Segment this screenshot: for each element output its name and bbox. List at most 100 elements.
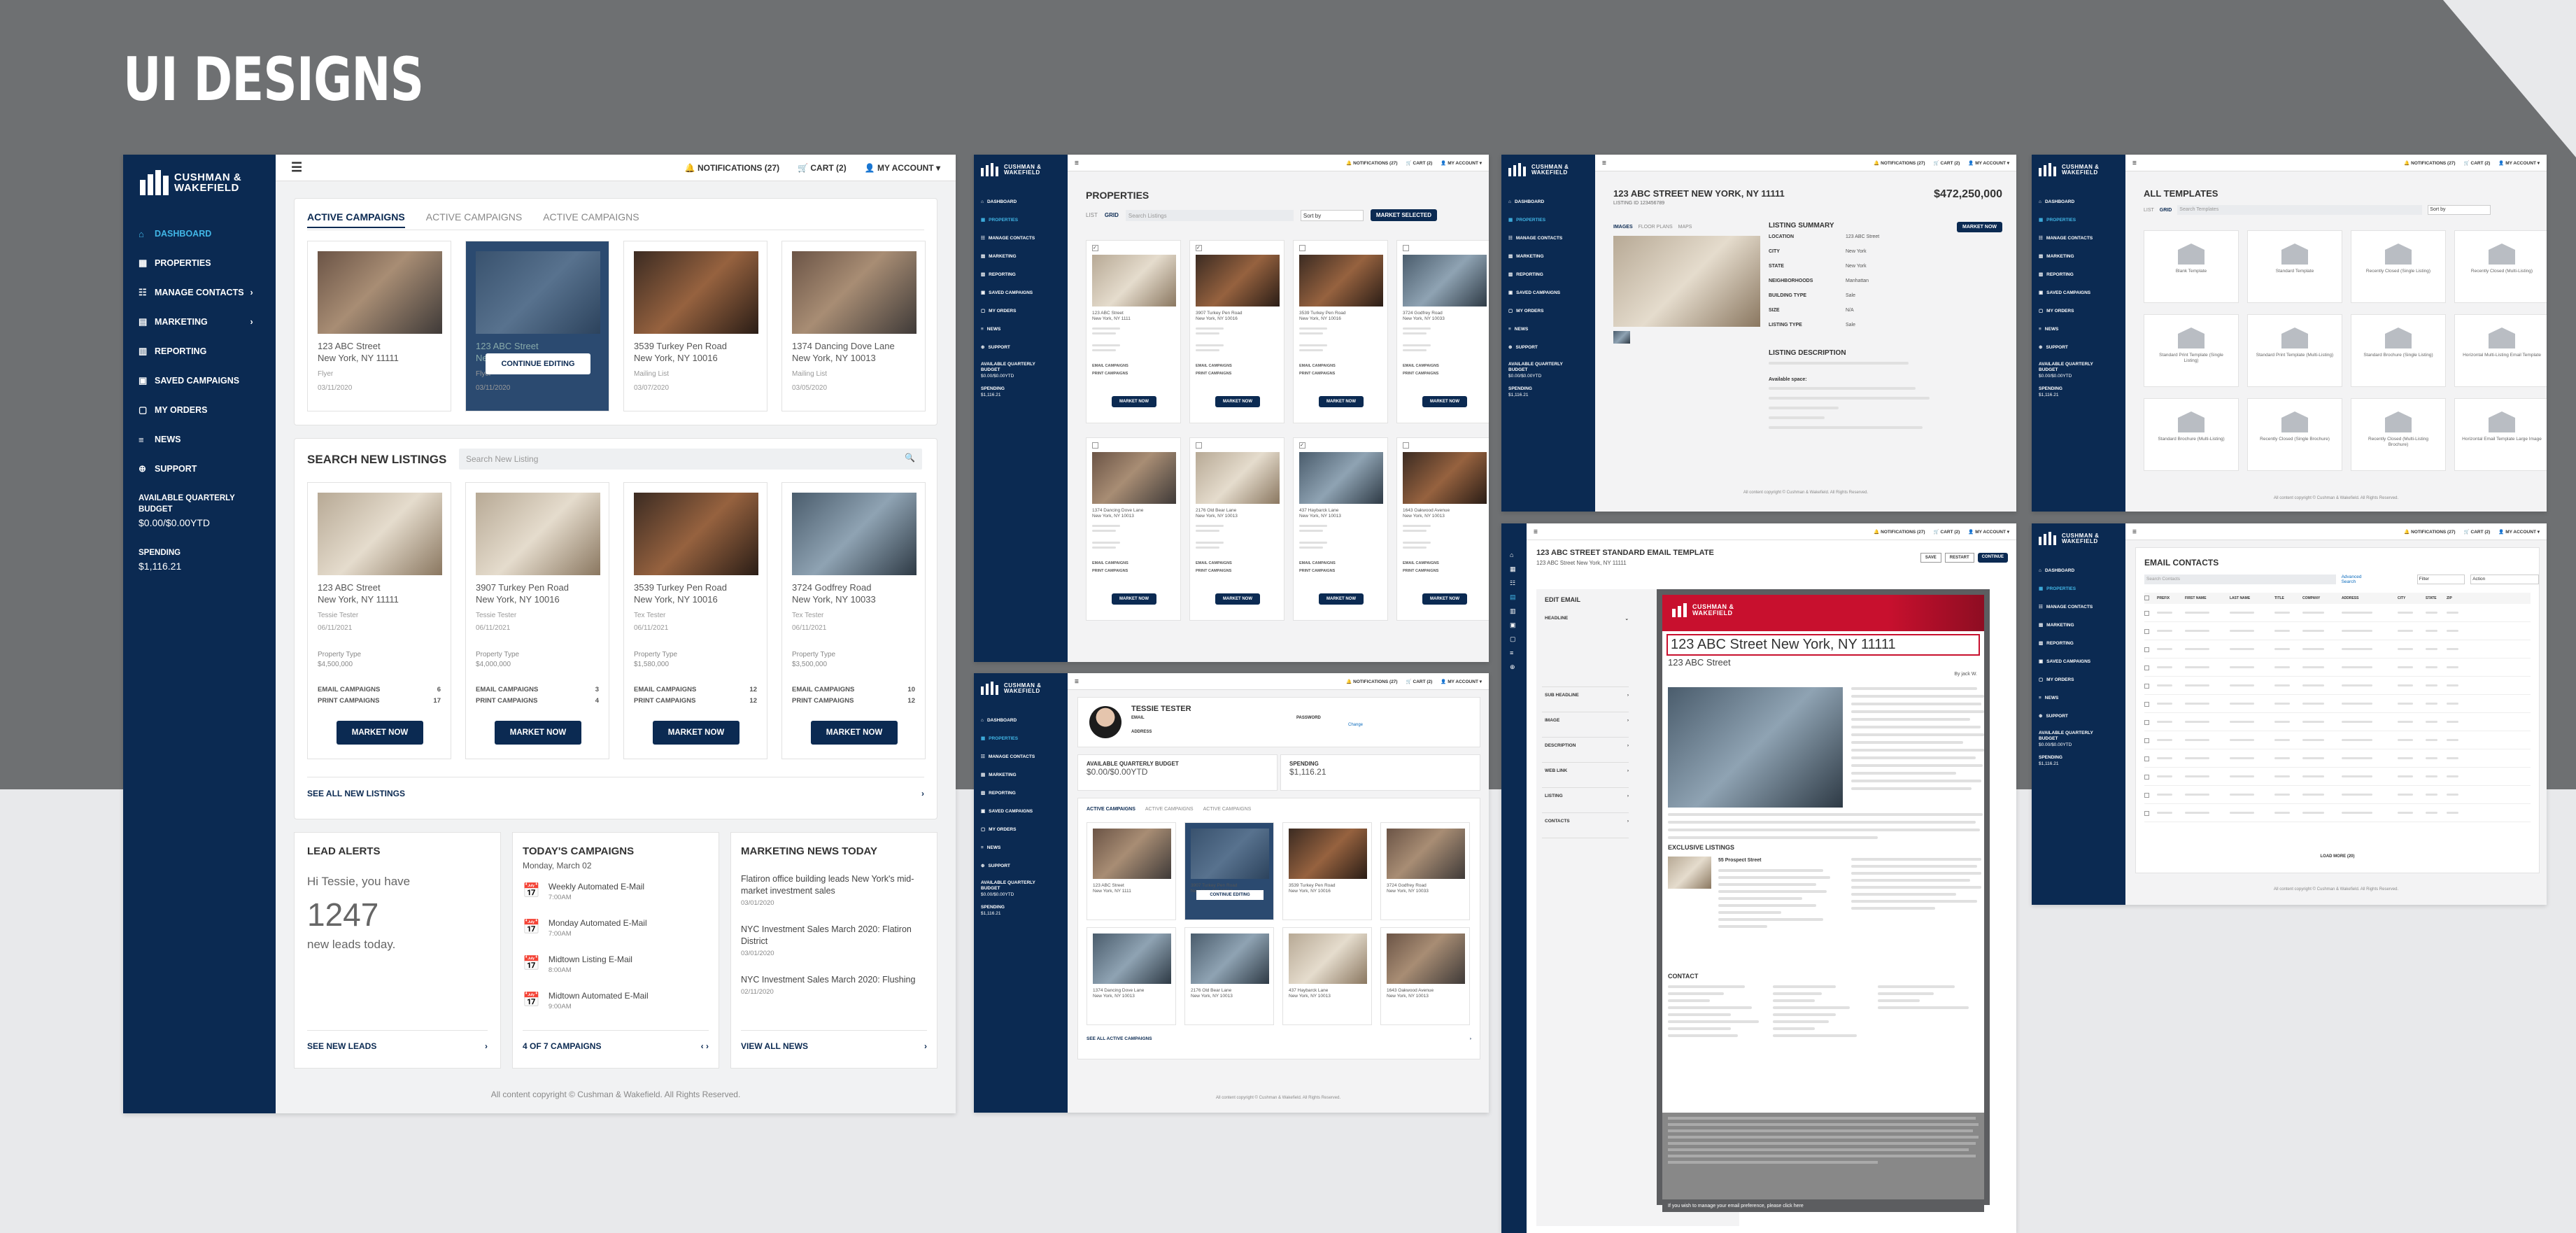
sidebar-item-marketing[interactable]: ▤ MARKETING	[981, 247, 1035, 265]
campaign-card[interactable]: 2176 Old Bear Lane New York, NY 10013	[1184, 927, 1274, 1025]
table-row[interactable]	[2144, 677, 2531, 695]
campaign-card[interactable]: 3539 Turkey Pen Road New York, NY 10016	[1282, 822, 1372, 920]
market-now-button[interactable]: MARKET NOW	[1112, 396, 1156, 407]
notifications-button[interactable]: 🔔 NOTIFICATIONS (27)	[2404, 160, 2455, 166]
sidebar-item-dashboard[interactable]: ⌂ DASHBOARD	[981, 711, 1035, 729]
cart-button[interactable]: 🛒 CART (2)	[798, 163, 847, 173]
news-item[interactable]: Flatiron office building leads New York'…	[741, 873, 927, 924]
nav-icon[interactable]: ▦	[1510, 565, 1516, 573]
sidebar-item-saved-campaigns[interactable]: ▣ SAVED CAMPAIGNS	[981, 802, 1035, 820]
sidebar-item-reporting[interactable]: ▥ REPORTING	[2039, 265, 2093, 283]
continue-editing-button[interactable]: CONTINUE EDITING	[1196, 890, 1264, 900]
sidebar-item-dashboard[interactable]: ⌂ DASHBOARD	[139, 219, 262, 248]
sidebar-item-news[interactable]: ≡ NEWS	[981, 320, 1035, 338]
sidebar-item-properties[interactable]: ▦ PROPERTIES	[981, 729, 1035, 747]
see-all-listings-link[interactable]: SEE ALL NEW LISTINGS ›	[307, 789, 924, 798]
sidebar-item-my-orders[interactable]: ▢ MY ORDERS	[139, 395, 262, 425]
campaign-card[interactable]: 437 Haybarck Lane New York, NY 10013	[1282, 927, 1372, 1025]
pager-arrows[interactable]: ‹ ›	[701, 1041, 709, 1051]
nav-icon[interactable]: ⊕	[1510, 663, 1515, 671]
account-menu[interactable]: 👤 MY ACCOUNT ▾	[865, 163, 940, 173]
see-new-leads-link[interactable]: SEE NEW LEADS ›	[307, 1041, 488, 1051]
sidebar-item-saved-campaigns[interactable]: ▣ SAVED CAMPAIGNS	[139, 366, 262, 395]
table-row[interactable]	[2144, 622, 2531, 640]
sidebar-item-reporting[interactable]: ▥ REPORTING	[139, 337, 262, 366]
edit-section-image[interactable]: IMAGE ›	[1542, 712, 1629, 738]
menu-icon[interactable]: ☰	[2132, 160, 2137, 166]
market-selected-button[interactable]: MARKET SELECTED	[1370, 209, 1438, 221]
tab-active-campaigns[interactable]: ACTIVE CAMPAIGNS	[307, 211, 405, 228]
row-checkbox[interactable]	[2144, 738, 2149, 743]
restart-button[interactable]: RESTART	[1944, 553, 1974, 563]
news-item[interactable]: NYC Investment Sales March 2020: Flatiro…	[741, 924, 927, 974]
sidebar-item-reporting[interactable]: ▥ REPORTING	[981, 784, 1035, 802]
sidebar-item-news[interactable]: ≡ NEWS	[2039, 320, 2093, 338]
market-now-button[interactable]: MARKET NOW	[1319, 593, 1364, 605]
select-checkbox[interactable]: ✓	[1299, 442, 1305, 449]
cart-button[interactable]: 🛒 CART (2)	[1406, 679, 1433, 684]
nav-icon[interactable]: ⌂	[1510, 551, 1513, 558]
sidebar-item-manage-contacts[interactable]: ☷ MANAGE CONTACTS	[2039, 229, 2093, 247]
sidebar-item-my-orders[interactable]: ▢ MY ORDERS	[981, 820, 1035, 838]
sidebar-item-reporting[interactable]: ▥ REPORTING	[1508, 265, 1563, 283]
nav-icon[interactable]: ▢	[1510, 635, 1516, 643]
sidebar-item-dashboard[interactable]: ⌂ DASHBOARD	[2039, 192, 2093, 211]
notifications-button[interactable]: 🔔 NOTIFICATIONS (27)	[1874, 529, 1925, 535]
sidebar-item-saved-campaigns[interactable]: ▣ SAVED CAMPAIGNS	[1508, 283, 1563, 302]
grid-view-toggle[interactable]: GRID	[1105, 212, 1119, 218]
market-now-button[interactable]: MARKET NOW	[811, 721, 898, 745]
cart-button[interactable]: 🛒 CART (2)	[1934, 529, 1960, 535]
table-row[interactable]	[2144, 731, 2531, 749]
account-menu[interactable]: 👤 MY ACCOUNT ▾	[2498, 529, 2540, 535]
tab-maps[interactable]: MAPS	[1678, 225, 1692, 230]
notifications-button[interactable]: 🔔 NOTIFICATIONS (27)	[1346, 679, 1397, 684]
account-menu[interactable]: 👤 MY ACCOUNT ▾	[1441, 679, 1482, 684]
campaign-card[interactable]: 3907 Turkey Pen RoadNew York, NY 10016 C…	[1184, 822, 1274, 920]
campaign-schedule-item[interactable]: 📅 Midtown Automated E-Mail 9:00AM	[523, 991, 709, 1027]
row-checkbox[interactable]	[2144, 610, 2149, 616]
list-view-toggle[interactable]: LIST	[2144, 208, 2154, 213]
campaign-schedule-item[interactable]: 📅 Midtown Listing E-Mail 8:00AM	[523, 954, 709, 991]
continue-editing-button[interactable]: CONTINUE EDITING	[486, 353, 590, 374]
sidebar-item-properties[interactable]: ▦ PROPERTIES	[1508, 211, 1563, 229]
campaign-card[interactable]: 123 ABC StreetNew York, NY 11111 Flyer 0…	[465, 241, 609, 411]
manage-preferences-link[interactable]: If you wish to manage your email prefere…	[1662, 1202, 1984, 1212]
sort-dropdown[interactable]: Sort by	[1300, 209, 1364, 221]
row-checkbox[interactable]	[2144, 756, 2149, 761]
sort-dropdown[interactable]: Sort by	[2428, 205, 2491, 215]
sidebar-item-properties[interactable]: ▦ PROPERTIES	[139, 248, 262, 278]
change-password-link[interactable]: Change	[1348, 723, 1363, 727]
listing-thumb[interactable]	[1613, 331, 1630, 344]
sidebar-item-news[interactable]: ≡ NEWS	[139, 425, 262, 454]
sidebar-item-properties[interactable]: ▦ PROPERTIES	[2039, 211, 2093, 229]
tab-active-campaigns-3[interactable]: ACTIVE CAMPAIGNS	[1203, 807, 1252, 812]
row-checkbox[interactable]	[2144, 647, 2149, 652]
menu-icon[interactable]: ☰	[2132, 529, 2137, 535]
table-row[interactable]	[2144, 804, 2531, 822]
menu-icon[interactable]: ☰	[1602, 160, 1606, 166]
sidebar-item-manage-contacts[interactable]: ☷ MANAGE CONTACTS ›	[139, 278, 262, 307]
search-input[interactable]: Search New Listing 🔍	[459, 449, 922, 470]
table-row[interactable]	[2144, 749, 2531, 768]
property-card[interactable]: ✓ 3907 Turkey Pen Road New York, NY 10016…	[1189, 240, 1285, 423]
template-card[interactable]: Recently Closed (Single Brochure)	[2247, 398, 2342, 471]
template-card[interactable]: Recently Closed (Multi-Listing)	[2454, 230, 2547, 303]
template-card[interactable]: Standard Brochure (Single Listing)	[2351, 314, 2446, 387]
nav-icon[interactable]: ☷	[1510, 579, 1515, 587]
sidebar-item-marketing[interactable]: ▤ MARKETING	[981, 766, 1035, 784]
market-now-button[interactable]: MARKET NOW	[1112, 593, 1156, 605]
template-card[interactable]: Horizontal Multi-Listing Email Template	[2454, 314, 2547, 387]
property-card[interactable]: 3724 Godfrey Road New York, NY 10033 EMAI…	[1396, 240, 1489, 423]
continue-button[interactable]: CONTINUE	[1977, 553, 2008, 563]
market-now-button[interactable]: MARKET NOW	[1215, 593, 1260, 605]
sidebar-item-manage-contacts[interactable]: ☷ MANAGE CONTACTS	[2039, 598, 2093, 616]
sidebar-item-support[interactable]: ⊕ SUPPORT	[981, 338, 1035, 356]
menu-icon[interactable]: ☰	[1075, 160, 1079, 166]
select-checkbox[interactable]: ✓	[1092, 245, 1098, 251]
table-row[interactable]	[2144, 604, 2531, 622]
template-card[interactable]: Horizontal Email Template Large Image	[2454, 398, 2547, 471]
select-checkbox[interactable]	[1403, 442, 1409, 449]
edit-section-sub-headline[interactable]: SUB HEADLINE ›	[1542, 687, 1629, 712]
campaign-schedule-item[interactable]: 📅 Weekly Automated E-Mail 7:00AM	[523, 882, 709, 918]
nav-icon[interactable]: ▥	[1510, 607, 1516, 615]
